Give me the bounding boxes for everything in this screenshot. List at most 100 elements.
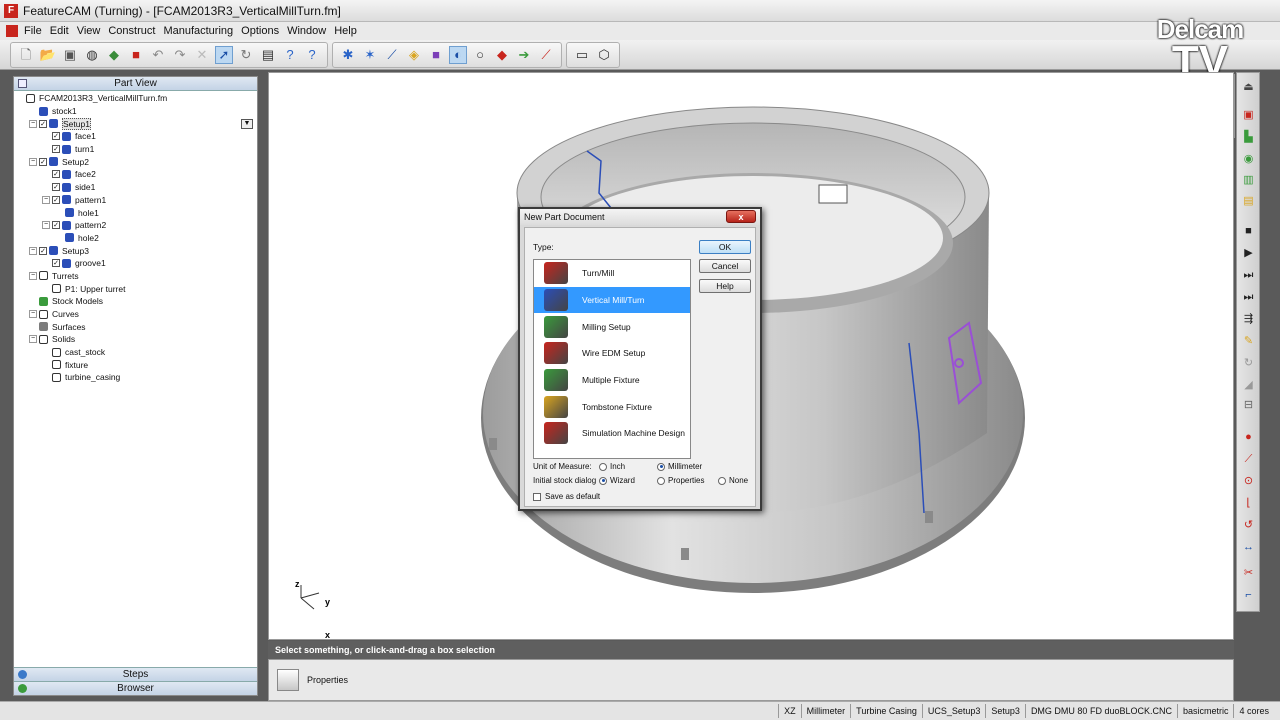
line-icon[interactable]: ⟋ [383,46,401,64]
visibility-checkbox[interactable]: ✓ [52,221,60,230]
redo-icon[interactable]: ↷ [171,46,189,64]
tree-item[interactable]: hole2 [16,232,257,245]
open-folder-icon[interactable]: 📂 [39,46,57,64]
stock-properties-radio[interactable] [657,476,665,485]
tree-item[interactable]: ✓ side1 [16,181,257,194]
part-type-option[interactable]: Tombstone Fixture [534,393,690,420]
tree-item[interactable]: − Turrets [16,270,257,283]
highlight-icon[interactable]: ✎ [1241,335,1256,348]
eject-icon[interactable]: ⏏ [1241,81,1256,94]
ok-button[interactable]: OK [699,240,751,254]
unit-millimeter-radio[interactable] [657,462,665,471]
tree-item[interactable]: Stock Models [16,295,257,308]
visibility-checkbox[interactable]: ✓ [52,132,60,141]
refresh-icon[interactable]: ↻ [1241,357,1256,370]
part-type-option[interactable]: Turn/Mill [534,260,690,287]
point-icon[interactable]: ● [1241,431,1256,444]
setup-dropdown-icon[interactable]: ▼ [241,118,253,129]
tree-item[interactable]: ✓ turn1 [16,143,257,156]
menu-view[interactable]: View [77,25,101,37]
trim-icon[interactable]: ✂ [1241,567,1256,580]
intersect-icon[interactable]: ✶ [361,46,379,64]
visibility-checkbox[interactable]: ✓ [52,145,60,154]
help-icon[interactable]: ? [303,46,321,64]
surface-icon[interactable]: ◈ [405,46,423,64]
tree-item[interactable]: fixture [16,358,257,371]
tree-item[interactable]: cast_stock [16,346,257,359]
undo-icon[interactable]: ↶ [149,46,167,64]
fast-forward-icon[interactable]: ⏭ [1241,269,1256,282]
slider-icon[interactable]: ⊟ [1241,399,1256,412]
tree-item[interactable]: FCAM2013R3_VerticalMillTurn.fm [16,92,257,105]
visibility-checkbox[interactable]: ✓ [39,246,47,255]
new-file-icon[interactable]: 🗋 [17,46,35,64]
unit-inch-radio[interactable] [599,462,607,471]
properties-label[interactable]: Properties [307,675,348,685]
chain-icon[interactable]: ⌐ [1241,589,1256,602]
save-as-default-checkbox[interactable] [533,492,541,501]
expand-toggle-icon[interactable]: − [29,246,37,255]
browser-tab[interactable]: Browser [14,681,257,695]
menu-options[interactable]: Options [241,25,279,37]
stock-none-radio[interactable] [718,476,726,485]
visibility-checkbox[interactable]: ✓ [52,259,60,268]
part-type-option[interactable]: Simulation Machine Design [534,420,690,447]
point-star-icon[interactable]: ✱ [339,46,357,64]
calculator-icon[interactable]: ▤ [259,46,277,64]
tree-item[interactable]: − ✓ Setup3 [16,244,257,257]
tree-item[interactable]: − Curves [16,308,257,321]
expand-toggle-icon[interactable]: − [29,157,37,166]
feature-wizard-icon[interactable]: ◐ [449,45,467,64]
dialog-close-button[interactable]: x [726,210,756,223]
whats-this-icon[interactable]: ? [281,46,299,64]
nc-code-icon[interactable]: ➔ [515,46,533,64]
step-options-icon[interactable]: ⇶ [1241,313,1256,326]
hexagon-icon[interactable]: ⬡ [595,46,613,64]
part-type-option[interactable]: Wire EDM Setup [534,340,690,367]
line-tool-icon[interactable]: ⟋ [1241,453,1256,466]
expand-toggle-icon[interactable]: − [29,310,37,319]
visibility-checkbox[interactable]: ✓ [39,157,47,166]
expand-toggle-icon[interactable]: − [29,119,37,128]
tree-item[interactable]: P1: Upper turret [16,282,257,295]
visibility-checkbox[interactable]: ✓ [52,170,60,179]
stop-icon[interactable]: ■ [1241,225,1256,238]
measure-icon[interactable]: ⟋ [537,46,555,64]
tree-item[interactable]: ✓ face2 [16,168,257,181]
stock-wizard-radio[interactable] [599,476,607,485]
solid-box-icon[interactable]: ■ [427,46,445,64]
tools-icon[interactable]: ▥ [1241,174,1256,187]
solid-sim-icon[interactable]: ◉ [1241,153,1256,166]
tree-item[interactable]: ✓ face1 [16,130,257,143]
shade-icon[interactable]: ◢ [1241,379,1256,392]
menu-manufacturing[interactable]: Manufacturing [163,25,233,37]
visibility-checkbox[interactable]: ✓ [52,195,60,204]
part-type-option[interactable]: Vertical Mill/Turn [534,286,690,314]
circle-icon[interactable]: ⊙ [1241,475,1256,488]
setup-sheet-icon[interactable]: ▤ [1241,195,1256,208]
properties-icon[interactable] [277,669,299,691]
globe-icon[interactable]: ◍ [83,46,101,64]
expand-toggle-icon[interactable]: − [42,221,50,230]
menu-edit[interactable]: Edit [50,25,69,37]
pin-icon[interactable] [18,79,27,88]
tree-item[interactable]: − Solids [16,333,257,346]
menu-help[interactable]: Help [334,25,357,37]
expand-toggle-icon[interactable]: − [29,335,37,344]
part-type-option[interactable]: Multiple Fixture [534,367,690,394]
play-icon[interactable]: ▶ [1241,247,1256,260]
part-type-list[interactable]: Turn/Mill Vertical Mill/Turn Milling Setup… [533,259,691,459]
visibility-checkbox[interactable]: ✓ [39,119,47,128]
tree-item[interactable]: hole1 [16,206,257,219]
expand-toggle-icon[interactable]: − [29,271,37,280]
expand-toggle-icon[interactable]: − [42,195,50,204]
tree-item[interactable]: − ✓ Setup1 ▼ [16,117,257,130]
featurecam-app-icon[interactable]: F [4,3,18,18]
tree-item[interactable]: Surfaces [16,320,257,333]
mold-icon[interactable]: ◆ [105,46,123,64]
tree-item[interactable]: ✓ groove1 [16,257,257,270]
rotate-icon[interactable]: ↻ [237,46,255,64]
steps-tab[interactable]: Steps [14,667,257,681]
save-icon[interactable]: ▣ [61,46,79,64]
cancel-button[interactable]: Cancel [699,259,751,273]
